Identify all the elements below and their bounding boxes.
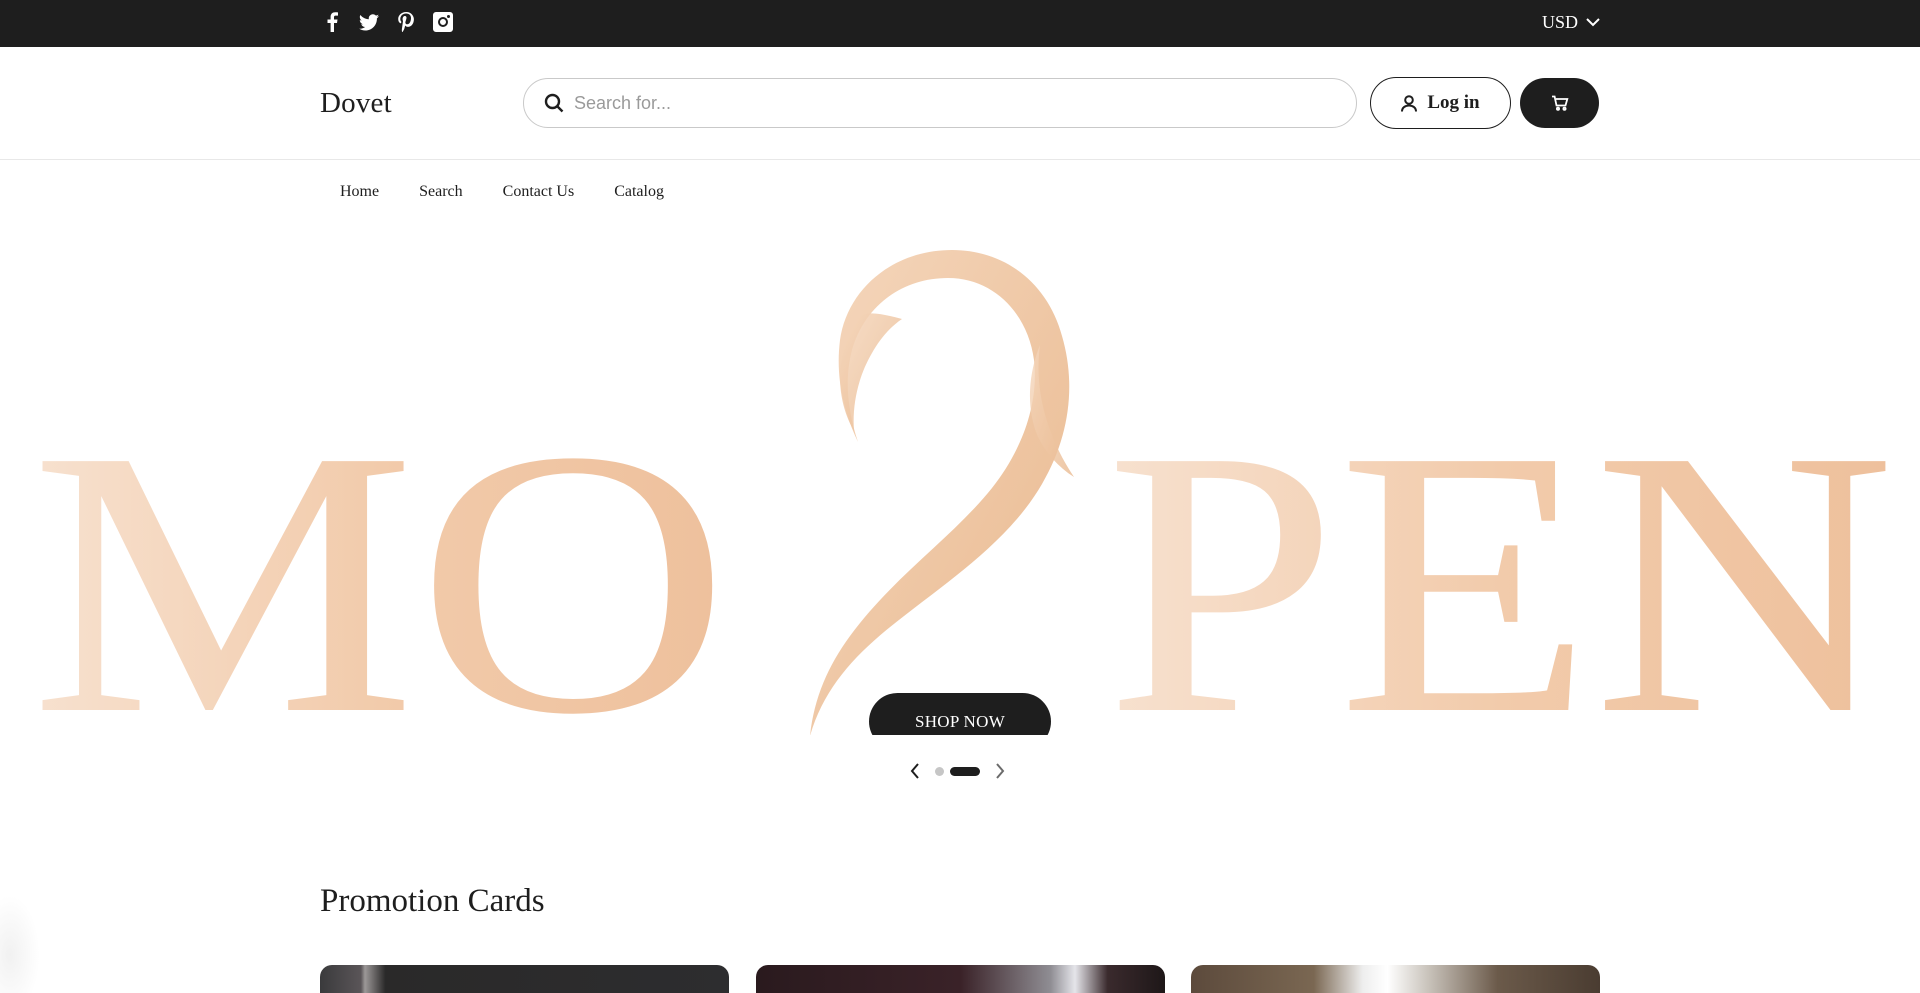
pinterest-icon — [397, 12, 414, 32]
decorative-glow — [0, 895, 40, 993]
nav-item-contact-us[interactable]: Contact Us — [483, 183, 595, 201]
currency-label: USD — [1541, 12, 1578, 32]
slideshow-controls — [905, 761, 1010, 781]
site-header: Dovet Log in — [0, 47, 1920, 160]
nav-item-search[interactable]: Search — [399, 183, 483, 201]
facebook-icon — [327, 12, 338, 32]
promotion-card-3[interactable] — [1191, 965, 1600, 993]
shop-now-button[interactable]: SHOP NOW — [869, 693, 1051, 735]
search-icon — [544, 93, 564, 113]
slide-dot-2[interactable] — [950, 766, 980, 776]
currency-selector[interactable]: USD — [1542, 12, 1600, 33]
hero-banner-image: MO PEN — [30, 250, 1895, 735]
announcement-bar: USD — [0, 0, 1920, 47]
login-button[interactable]: Log in — [1370, 77, 1511, 129]
cart-icon — [1551, 95, 1568, 111]
instagram-link[interactable] — [431, 10, 454, 34]
login-label: Log in — [1427, 92, 1480, 113]
previous-slide-button[interactable] — [905, 761, 925, 781]
facebook-link[interactable] — [320, 10, 343, 34]
nav-item-catalog[interactable]: Catalog — [594, 183, 684, 201]
social-links — [320, 10, 454, 34]
chevron-right-icon — [996, 763, 1005, 779]
nav-item-home[interactable]: Home — [320, 183, 399, 201]
next-slide-button[interactable] — [990, 761, 1010, 781]
slide-dots — [935, 766, 980, 776]
svg-text:MO: MO — [30, 372, 730, 735]
chevron-left-icon — [910, 763, 919, 779]
pinterest-link[interactable] — [394, 10, 417, 34]
promotion-card-1[interactable] — [320, 965, 729, 993]
instagram-icon — [432, 12, 453, 32]
slide-dot-1[interactable] — [935, 766, 944, 776]
user-icon — [1401, 94, 1418, 112]
cart-button[interactable] — [1520, 78, 1599, 128]
search-input[interactable] — [574, 92, 1334, 114]
chevron-down-icon — [1586, 18, 1600, 27]
promotion-card-2[interactable] — [756, 965, 1165, 993]
promotion-cards-heading: Promotion Cards — [320, 883, 545, 919]
main-navigation: Home Search Contact Us Catalog — [320, 183, 684, 201]
svg-text:PEN: PEN — [1105, 372, 1895, 735]
twitter-icon — [358, 13, 379, 30]
store-logo[interactable]: Dovet — [320, 87, 392, 120]
twitter-link[interactable] — [357, 10, 380, 34]
hero-slideshow: MO PEN SHOP NOW — [0, 215, 1920, 735]
search-bar[interactable] — [523, 78, 1357, 128]
